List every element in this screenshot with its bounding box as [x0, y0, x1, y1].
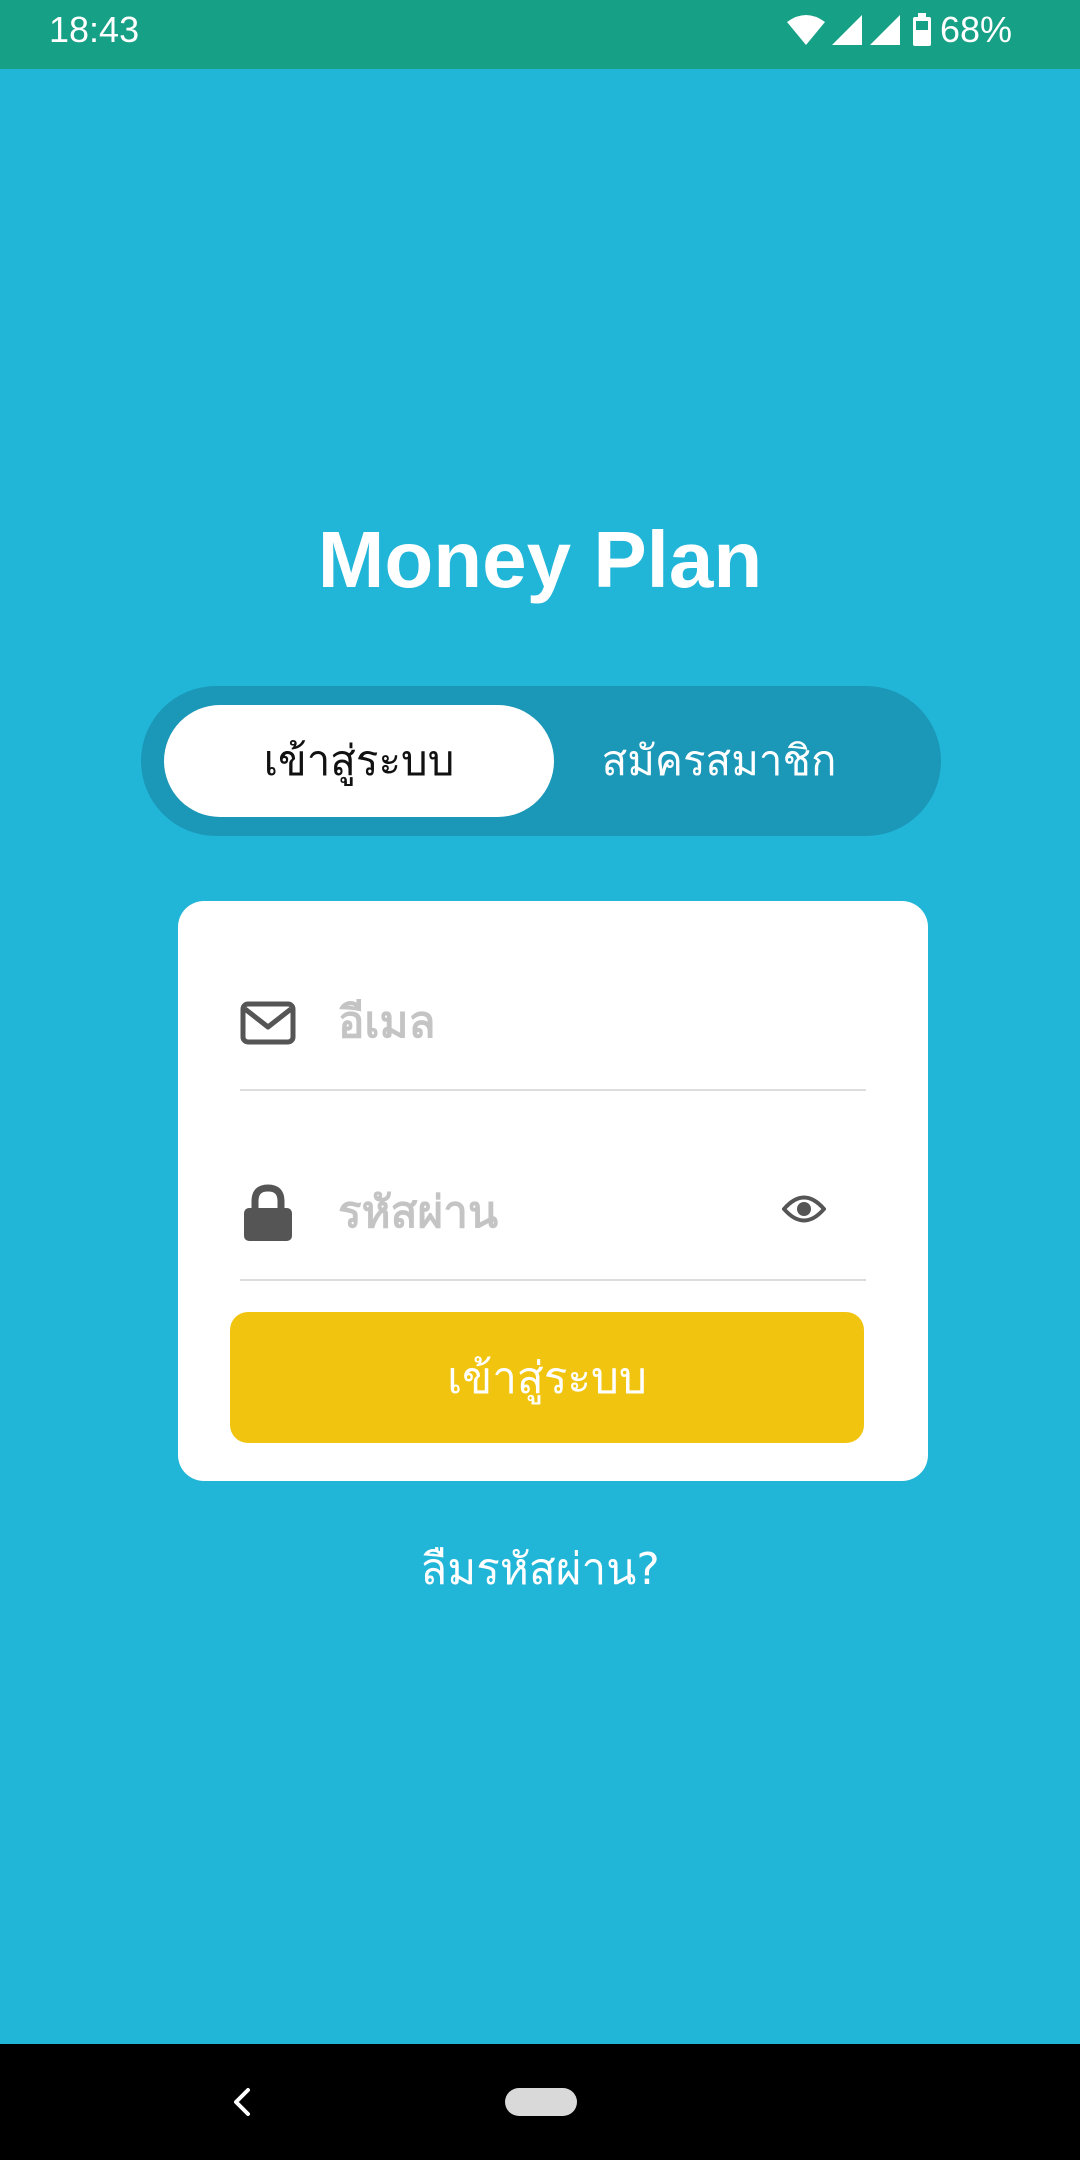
status-bar: 18:43 68%	[0, 0, 1080, 69]
forgot-password-link[interactable]: ลืมรหัสผ่าน?	[0, 1540, 1080, 1600]
envelope-icon	[240, 995, 296, 1051]
status-time: 18:43	[49, 9, 140, 50]
login-submit-button[interactable]: เข้าสู่ระบบ	[230, 1312, 864, 1443]
signal-icon	[868, 14, 902, 46]
email-field	[240, 961, 866, 1091]
auth-tab-toggle: เข้าสู่ระบบ สมัครสมาชิก	[141, 686, 941, 836]
app-title: Money Plan	[317, 515, 763, 604]
home-pill[interactable]	[505, 2088, 577, 2116]
eye-icon[interactable]	[780, 1185, 828, 1233]
battery-icon	[912, 13, 932, 47]
tab-login[interactable]: เข้าสู่ระบบ	[164, 705, 554, 817]
password-field	[240, 1151, 866, 1281]
signal-icon	[830, 14, 864, 46]
email-input[interactable]	[338, 987, 738, 1057]
battery-percent: 68%	[939, 9, 1012, 50]
status-icons: 68%	[786, 9, 1012, 50]
tab-register[interactable]: สมัครสมาชิก	[524, 705, 914, 817]
lock-icon	[240, 1184, 296, 1241]
password-input[interactable]	[338, 1177, 738, 1247]
navigation-bar	[0, 2044, 1080, 2160]
wifi-icon	[786, 14, 826, 46]
login-card: เข้าสู่ระบบ	[178, 901, 928, 1481]
back-icon[interactable]	[220, 2080, 264, 2124]
login-screen: 18:43 68% Money Plan เข้าสู่ระบบ สมัครสม…	[0, 0, 1080, 2160]
